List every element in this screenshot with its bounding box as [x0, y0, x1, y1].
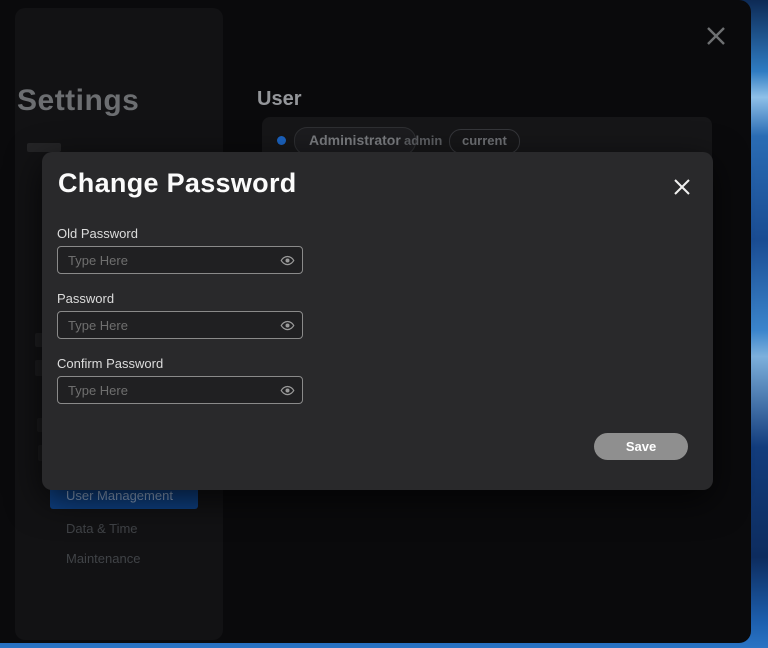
- toggle-visibility-button[interactable]: [280, 253, 295, 268]
- eye-icon: [280, 383, 295, 398]
- modal-close-button[interactable]: [673, 178, 691, 196]
- sidebar-item-data-time[interactable]: Data & Time: [66, 521, 138, 536]
- change-password-modal: Change Password Old Password Password: [42, 152, 713, 490]
- close-icon: [673, 178, 691, 196]
- user-name-badge[interactable]: Administrator: [294, 127, 416, 155]
- page-title: Settings: [17, 84, 139, 118]
- toggle-visibility-button[interactable]: [280, 318, 295, 333]
- sidebar-item-label: User Management: [66, 488, 173, 503]
- eye-icon: [280, 318, 295, 333]
- selected-user-radio[interactable]: [277, 136, 286, 145]
- modal-title: Change Password: [58, 168, 297, 199]
- password-label: Password: [57, 291, 317, 306]
- password-input[interactable]: [57, 311, 303, 339]
- eye-icon: [280, 253, 295, 268]
- page-close-button[interactable]: [703, 23, 729, 49]
- old-password-field-group: Old Password: [57, 226, 317, 274]
- old-password-label: Old Password: [57, 226, 317, 241]
- toggle-visibility-button[interactable]: [280, 383, 295, 398]
- input-wrapper: [57, 376, 303, 404]
- old-password-input[interactable]: [57, 246, 303, 274]
- confirm-password-field-group: Confirm Password: [57, 356, 317, 404]
- confirm-password-label: Confirm Password: [57, 356, 317, 371]
- close-icon: [703, 23, 729, 49]
- new-password-field-group: Password: [57, 291, 317, 339]
- current-status-badge: current: [449, 129, 520, 154]
- save-button[interactable]: Save: [594, 433, 688, 460]
- occluded-sidebar-item: [27, 143, 61, 152]
- sidebar-item-maintenance[interactable]: Maintenance: [66, 551, 140, 566]
- sidebar-item-label: Maintenance: [66, 551, 140, 566]
- input-wrapper: [57, 311, 303, 339]
- section-title-user: User: [257, 88, 301, 111]
- input-wrapper: [57, 246, 303, 274]
- user-role-label: admin: [404, 133, 442, 148]
- confirm-password-input[interactable]: [57, 376, 303, 404]
- sidebar-item-label: Data & Time: [66, 521, 138, 536]
